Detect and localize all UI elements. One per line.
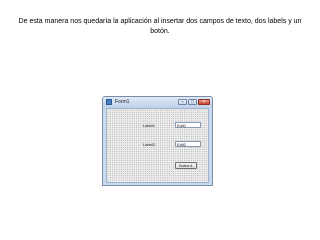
form-window: Form1 – □ × Label1 Label2 Button1 (102, 96, 213, 186)
close-icon[interactable]: × (198, 99, 210, 105)
form-icon (106, 99, 112, 105)
button1[interactable]: Button1 (175, 162, 197, 169)
label1: Label1 (143, 123, 156, 128)
edit1-field[interactable] (175, 122, 201, 128)
edit2-field[interactable] (175, 141, 201, 147)
maximize-icon[interactable]: □ (188, 99, 197, 105)
label2: Label2 (143, 142, 156, 147)
slide-caption: De esta manera nos quedaría la aplicació… (18, 18, 302, 35)
form-client-area: Label1 Label2 Button1 (106, 108, 209, 183)
minimize-icon[interactable]: – (178, 99, 187, 105)
title-bar[interactable]: Form1 – □ × (103, 97, 212, 108)
window-title: Form1 (115, 99, 130, 105)
